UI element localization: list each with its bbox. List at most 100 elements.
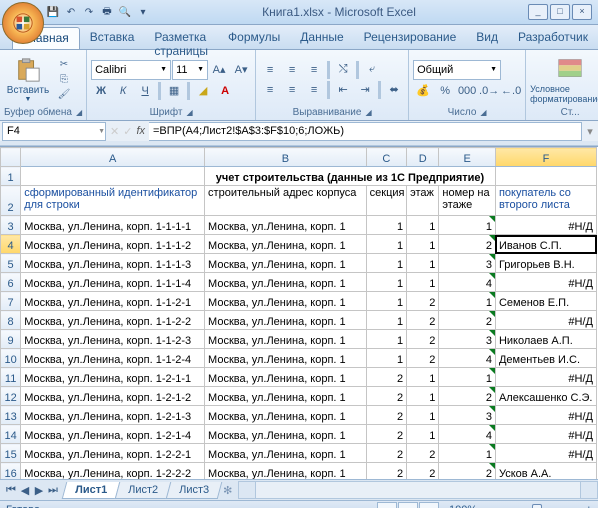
cell-B7[interactable]: Москва, ул.Ленина, корп. 1 bbox=[205, 292, 367, 311]
cell-C16[interactable]: 2 bbox=[366, 463, 406, 480]
cell-F13[interactable]: #Н/Д bbox=[495, 406, 596, 425]
underline-icon[interactable]: Ч bbox=[135, 82, 155, 100]
cell-B16[interactable]: Москва, ул.Ленина, корп. 1 bbox=[205, 463, 367, 480]
cell-A2[interactable]: сформированный идентификатор для строки bbox=[21, 186, 205, 216]
cell-E3[interactable]: 1 bbox=[439, 216, 496, 235]
cell-C7[interactable]: 1 bbox=[366, 292, 406, 311]
conditional-formatting-button[interactable]: Условное форматирование ▾ bbox=[530, 56, 598, 104]
cell-B11[interactable]: Москва, ул.Ленина, корп. 1 bbox=[205, 368, 367, 387]
view-pagebreak-icon[interactable] bbox=[419, 502, 439, 508]
cell-C6[interactable]: 1 bbox=[366, 273, 406, 292]
ribbon-tab-1[interactable]: Вставка bbox=[80, 25, 145, 49]
maximize-button[interactable]: □ bbox=[550, 4, 570, 20]
cell-D12[interactable]: 1 bbox=[407, 387, 439, 406]
cell-D9[interactable]: 2 bbox=[407, 330, 439, 349]
align-top-icon[interactable]: ≡ bbox=[260, 61, 280, 79]
cell-C13[interactable]: 2 bbox=[366, 406, 406, 425]
tab-nav-first-icon[interactable]: ⏮ bbox=[4, 484, 18, 497]
cell-A15[interactable]: Москва, ул.Ленина, корп. 1-2-2-1 bbox=[21, 444, 205, 463]
ribbon-tab-7[interactable]: Разработчик bbox=[508, 25, 598, 49]
comma-icon[interactable]: 000 bbox=[457, 82, 477, 100]
cell-E8[interactable]: 2 bbox=[439, 311, 496, 330]
row-header-8[interactable]: 8 bbox=[1, 311, 21, 330]
merge-icon[interactable]: ⬌ bbox=[384, 81, 404, 99]
view-layout-icon[interactable] bbox=[398, 502, 418, 508]
cell-F11[interactable]: #Н/Д bbox=[495, 368, 596, 387]
align-left-icon[interactable]: ≡ bbox=[260, 81, 280, 99]
close-button[interactable]: × bbox=[572, 4, 592, 20]
ribbon-tab-6[interactable]: Вид bbox=[466, 25, 508, 49]
row-header-14[interactable]: 14 bbox=[1, 425, 21, 444]
cell-C14[interactable]: 2 bbox=[366, 425, 406, 444]
align-center-icon[interactable]: ≡ bbox=[282, 81, 302, 99]
cell-A1[interactable] bbox=[21, 167, 205, 186]
paste-button[interactable]: Вставить ▼ bbox=[4, 57, 52, 103]
select-all[interactable] bbox=[1, 148, 21, 167]
row-header-15[interactable]: 15 bbox=[1, 444, 21, 463]
zoom-in-icon[interactable]: + bbox=[586, 504, 592, 508]
ribbon-tab-4[interactable]: Данные bbox=[290, 25, 353, 49]
name-box[interactable]: F4▼ bbox=[2, 122, 106, 141]
view-normal-icon[interactable] bbox=[377, 502, 397, 508]
row-header-16[interactable]: 16 bbox=[1, 463, 21, 480]
cell-E16[interactable]: 2 bbox=[439, 463, 496, 480]
tab-nav-next-icon[interactable]: ▶ bbox=[32, 484, 46, 497]
cell-C5[interactable]: 1 bbox=[366, 254, 406, 273]
cell-F4[interactable]: Иванов С.П. bbox=[495, 235, 596, 254]
col-header-E[interactable]: E bbox=[439, 148, 496, 167]
cut-icon[interactable]: ✂ bbox=[56, 58, 72, 72]
indent-inc-icon[interactable]: ⇥ bbox=[355, 81, 375, 99]
format-painter-icon[interactable]: 🖌 bbox=[56, 88, 72, 102]
cell-B13[interactable]: Москва, ул.Ленина, корп. 1 bbox=[205, 406, 367, 425]
cell-D7[interactable]: 2 bbox=[407, 292, 439, 311]
inc-decimal-icon[interactable]: .0→ bbox=[479, 82, 499, 100]
ribbon-tab-2[interactable]: Разметка страницы bbox=[144, 25, 218, 49]
cell-E7[interactable]: 1 bbox=[439, 292, 496, 311]
row-header-11[interactable]: 11 bbox=[1, 368, 21, 387]
cell-E9[interactable]: 3 bbox=[439, 330, 496, 349]
font-color-icon[interactable]: A bbox=[215, 82, 235, 100]
cell-B6[interactable]: Москва, ул.Ленина, корп. 1 bbox=[205, 273, 367, 292]
cell-F14[interactable]: #Н/Д bbox=[495, 425, 596, 444]
col-header-F[interactable]: F bbox=[495, 148, 596, 167]
cell-D3[interactable]: 1 bbox=[407, 216, 439, 235]
row-header-1[interactable]: 1 bbox=[1, 167, 21, 186]
number-format-select[interactable]: Общий▼ bbox=[413, 60, 501, 80]
cell-A14[interactable]: Москва, ул.Ленина, корп. 1-2-1-4 bbox=[21, 425, 205, 444]
launcher-icon[interactable]: ◢ bbox=[186, 108, 192, 117]
cell-B8[interactable]: Москва, ул.Ленина, корп. 1 bbox=[205, 311, 367, 330]
align-middle-icon[interactable]: ≡ bbox=[282, 61, 302, 79]
worksheet[interactable]: ABCDEF1учет строительства (данные из 1С … bbox=[0, 147, 598, 479]
align-right-icon[interactable]: ≡ bbox=[304, 81, 324, 99]
office-button[interactable] bbox=[2, 2, 44, 44]
cell-A9[interactable]: Москва, ул.Ленина, корп. 1-1-2-3 bbox=[21, 330, 205, 349]
cell-C8[interactable]: 1 bbox=[366, 311, 406, 330]
cell-A16[interactable]: Москва, ул.Ленина, корп. 1-2-2-2 bbox=[21, 463, 205, 480]
cell-F5[interactable]: Григорьев В.Н. bbox=[495, 254, 596, 273]
enter-formula-icon[interactable]: ✓ bbox=[123, 125, 132, 138]
qat-more-icon[interactable]: ▾ bbox=[136, 5, 150, 19]
cell-A5[interactable]: Москва, ул.Ленина, корп. 1-1-1-3 bbox=[21, 254, 205, 273]
launcher-icon[interactable]: ◢ bbox=[365, 108, 371, 117]
fx-icon[interactable]: fx bbox=[136, 125, 145, 137]
cell-D2[interactable]: этаж bbox=[407, 186, 439, 216]
cell-E13[interactable]: 3 bbox=[439, 406, 496, 425]
cell-F3[interactable]: #Н/Д bbox=[495, 216, 596, 235]
zoom-out-icon[interactable]: − bbox=[481, 504, 487, 508]
cell-A10[interactable]: Москва, ул.Ленина, корп. 1-1-2-4 bbox=[21, 349, 205, 368]
cell-D11[interactable]: 1 bbox=[407, 368, 439, 387]
cell-A8[interactable]: Москва, ул.Ленина, корп. 1-1-2-2 bbox=[21, 311, 205, 330]
col-header-D[interactable]: D bbox=[407, 148, 439, 167]
cell-E10[interactable]: 4 bbox=[439, 349, 496, 368]
row-header-4[interactable]: 4 bbox=[1, 235, 21, 254]
row-header-6[interactable]: 6 bbox=[1, 273, 21, 292]
cell-F10[interactable]: Дементьев И.С. bbox=[495, 349, 596, 368]
cell-B3[interactable]: Москва, ул.Ленина, корп. 1 bbox=[205, 216, 367, 235]
row-header-3[interactable]: 3 bbox=[1, 216, 21, 235]
cell-A6[interactable]: Москва, ул.Ленина, корп. 1-1-1-4 bbox=[21, 273, 205, 292]
cell-C11[interactable]: 2 bbox=[366, 368, 406, 387]
row-header-9[interactable]: 9 bbox=[1, 330, 21, 349]
copy-icon[interactable]: ⎘ bbox=[56, 73, 72, 87]
cell-D6[interactable]: 1 bbox=[407, 273, 439, 292]
qat-undo-icon[interactable]: ↶ bbox=[64, 5, 78, 19]
